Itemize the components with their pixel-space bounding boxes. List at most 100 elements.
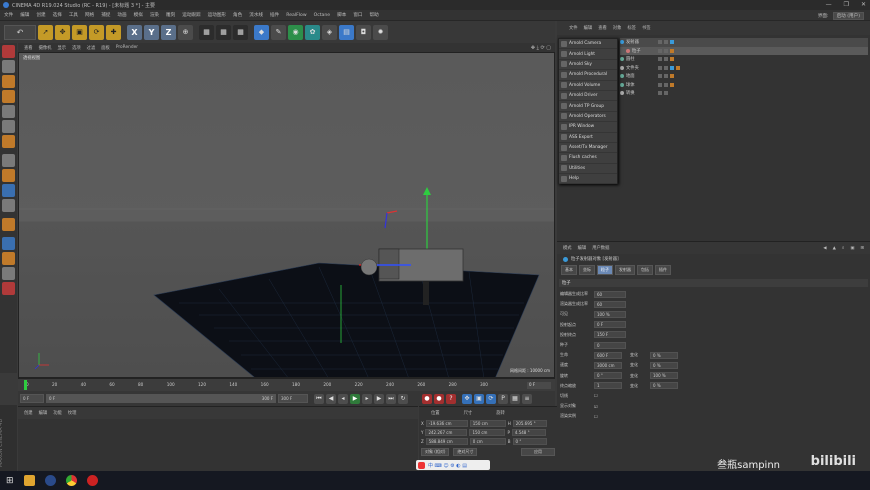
prev-frame-button[interactable]: ◂: [338, 393, 348, 404]
paint-button[interactable]: [2, 252, 15, 265]
tab-basic[interactable]: 基本: [561, 265, 577, 275]
tree-item[interactable]: 地面: [620, 72, 868, 81]
menu-plugins[interactable]: 插件: [270, 12, 279, 18]
up-arrow-icon[interactable]: ▲: [833, 246, 836, 251]
rotation-b-field[interactable]: 0 °: [512, 438, 547, 445]
tree-item[interactable]: 粒子: [620, 46, 868, 55]
viewport-menu-view[interactable]: 查看: [24, 45, 33, 51]
viewport-menu-options[interactable]: 选项: [72, 45, 81, 51]
viewport-menu-display[interactable]: 显示: [57, 45, 66, 51]
arnold-menu-item[interactable]: Arnold Procedural: [559, 70, 617, 81]
undo-button[interactable]: ↶: [4, 24, 36, 40]
preview-range-slider[interactable]: 0 F 300 F: [46, 394, 276, 403]
current-frame-field[interactable]: 0 F: [527, 382, 551, 389]
tree-item[interactable]: 球体: [620, 81, 868, 90]
key-pla-button[interactable]: ▦: [510, 393, 520, 404]
size-mode-select[interactable]: 绝对尺寸: [453, 448, 478, 456]
object-menu-edit[interactable]: 编辑: [584, 25, 593, 31]
x-axis-button[interactable]: X: [127, 24, 142, 40]
coord-mode-select[interactable]: 对象 (相对): [421, 448, 450, 456]
tab-emitter[interactable]: 发射器: [615, 265, 635, 275]
maximize-button[interactable]: ❐: [844, 1, 849, 8]
select-tool-button[interactable]: ➚: [38, 24, 53, 40]
speed-variation-field[interactable]: 0 %: [650, 361, 678, 369]
arnold-menu-item[interactable]: Arnold Sky: [559, 60, 617, 71]
windows-start-icon[interactable]: ⊞: [6, 476, 14, 486]
end-frame-field[interactable]: 300 F: [278, 394, 308, 403]
tab-coord[interactable]: 坐标: [579, 265, 595, 275]
arnold-menu-item[interactable]: Arnold Operators: [559, 112, 617, 123]
tree-item[interactable]: 发射器: [620, 38, 868, 47]
solo-button[interactable]: [2, 218, 15, 231]
mode-texture-button[interactable]: [2, 75, 15, 88]
hair-button[interactable]: [2, 282, 15, 295]
move-tool-button[interactable]: ✥: [55, 24, 70, 40]
object-menu-file[interactable]: 文件: [569, 25, 578, 31]
key-position-button[interactable]: ✥: [462, 393, 472, 404]
mode-edges-button[interactable]: [2, 120, 15, 133]
viewport-nav-icons[interactable]: ✥ ⤓ ⟳ ▢: [531, 45, 551, 51]
position-y-field[interactable]: 242.267 cm: [425, 429, 468, 436]
emission-end-field[interactable]: 150 F: [594, 331, 626, 339]
menu-character[interactable]: 角色: [233, 12, 242, 18]
speed-field[interactable]: 3000 cm: [594, 361, 622, 369]
next-frame-button[interactable]: ▸: [362, 393, 372, 404]
menu-mograph[interactable]: 运动图形: [208, 12, 226, 18]
array-button[interactable]: ✿: [305, 24, 320, 40]
menu-mesh[interactable]: 网格: [85, 12, 94, 18]
lifetime-variation-field[interactable]: 0 %: [650, 351, 678, 359]
mode-polygons-button[interactable]: [2, 135, 15, 148]
z-axis-button[interactable]: Z: [161, 24, 176, 40]
attr-menu-mode[interactable]: 模式: [563, 245, 572, 251]
rotation-h-field[interactable]: 205.695 °: [512, 420, 547, 427]
arnold-menu-item[interactable]: Help: [559, 174, 617, 185]
tree-item[interactable]: 文件夹: [620, 64, 868, 73]
object-menu-objects[interactable]: 对象: [613, 25, 622, 31]
scale-tool-button[interactable]: ▣: [72, 24, 87, 40]
chrome-icon[interactable]: [65, 475, 77, 486]
viewport-menu-cameras[interactable]: 摄像机: [39, 45, 52, 51]
subdivision-button[interactable]: ◉: [288, 24, 303, 40]
viewport-menu-prorender[interactable]: ProRender: [116, 45, 138, 50]
deformer-button[interactable]: ◈: [322, 24, 337, 40]
render-instances-checkbox[interactable]: ☐: [594, 414, 598, 419]
keyframe-selection-button[interactable]: ?: [446, 393, 456, 404]
prev-key-button[interactable]: ◀: [326, 393, 336, 404]
show-objects-checkbox[interactable]: ☑: [594, 404, 598, 409]
visibility-field[interactable]: 100 %: [594, 310, 626, 318]
sculpt-button[interactable]: [2, 237, 15, 250]
menu-motion-tracking[interactable]: 运动跟踪: [182, 12, 200, 18]
menu-octane[interactable]: Octane: [314, 13, 331, 18]
menu-script[interactable]: 脚本: [337, 12, 346, 18]
position-z-field[interactable]: 588.849 cm: [425, 438, 468, 445]
object-menu-view[interactable]: 查看: [598, 25, 607, 31]
attr-menu-userdata[interactable]: 用户数据: [592, 245, 609, 251]
loop-button[interactable]: ↻: [398, 393, 408, 404]
render-settings-button[interactable]: ▦: [233, 24, 248, 40]
arnold-menu-item[interactable]: Asset/Tx Manager: [559, 143, 617, 154]
menu-help[interactable]: 帮助: [370, 12, 379, 18]
tab-plugins[interactable]: 插件: [655, 265, 671, 275]
menu-realflow[interactable]: RealFlow: [286, 13, 306, 18]
menu-simulate[interactable]: 模拟: [134, 12, 143, 18]
arnold-menu-item[interactable]: Arnold TP Group: [559, 101, 617, 112]
arnold-menu-item[interactable]: Arnold Driver: [559, 91, 617, 102]
goto-start-button[interactable]: ⏮: [314, 393, 324, 404]
material-menu-create[interactable]: 创建: [24, 410, 33, 416]
minimize-button[interactable]: —: [826, 1, 832, 8]
render-picture-viewer-button[interactable]: ▦: [216, 24, 231, 40]
mode-axis-button[interactable]: [2, 154, 15, 167]
floor-button[interactable]: ▤: [339, 24, 354, 40]
timeline-view-button[interactable]: ≡: [522, 393, 532, 404]
menu-create[interactable]: 创建: [36, 12, 45, 18]
brush-button[interactable]: [2, 267, 15, 280]
start-frame-field[interactable]: 0 F: [20, 394, 44, 403]
end-scale-field[interactable]: 1: [594, 382, 622, 390]
tab-particle[interactable]: 粒子: [597, 265, 613, 275]
size-z-field[interactable]: 0 cm: [469, 438, 506, 445]
rotation-p-field[interactable]: 4.548 °: [511, 429, 546, 436]
mode-workplane-button[interactable]: [2, 90, 15, 103]
object-menu-tags[interactable]: 标签: [627, 25, 636, 31]
mode-tweak-button[interactable]: [2, 169, 15, 182]
search-icon[interactable]: ⌕: [842, 246, 844, 251]
